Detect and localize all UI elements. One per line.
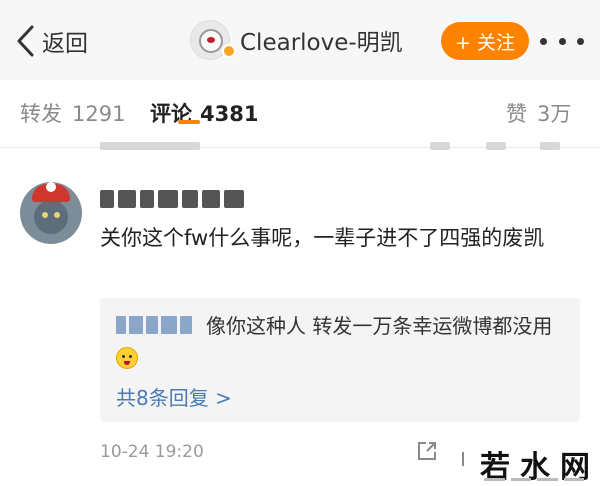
tab-likes[interactable]: 赞 3万 <box>506 98 571 128</box>
follow-button[interactable]: + 关注 <box>441 22 529 60</box>
commenter-avatar[interactable] <box>20 182 82 244</box>
laughing-emoji-icon <box>116 347 138 369</box>
reply-icon[interactable] <box>462 452 468 466</box>
tab-comments[interactable]: 评论 4381 <box>150 98 258 128</box>
comment-item: 关你这个fw什么事呢，一辈子进不了四强的废凯 像你这种人 转发一万条幸运微博都没… <box>0 160 600 486</box>
previous-comment-edge <box>0 142 600 158</box>
comment-timestamp: 10-24 19:20 <box>100 442 204 462</box>
reply-preview[interactable]: 像你这种人 转发一万条幸运微博都没用 共8条回复 > <box>100 298 580 422</box>
tab-reposts-count: 1291 <box>72 102 126 126</box>
tab-bar: 转发 1291 评论 4381 赞 3万 <box>0 80 600 148</box>
view-all-replies-link[interactable]: 共8条回复 > <box>116 382 232 411</box>
chevron-left-icon <box>17 25 34 57</box>
page-title: Clearlove-明凯 <box>240 30 403 56</box>
commenter-name-redacted[interactable] <box>100 190 244 212</box>
active-tab-indicator <box>178 120 200 124</box>
comment-text: 关你这个fw什么事呢，一辈子进不了四强的废凯 <box>100 226 545 250</box>
tab-reposts[interactable]: 转发 1291 <box>20 98 125 128</box>
tab-likes-label: 赞 <box>506 102 527 126</box>
site-watermark: 若水网 <box>470 440 600 486</box>
navbar: 返回 Clearlove-明凯 + 关注 <box>0 0 600 80</box>
tab-comments-count: 4381 <box>200 102 259 126</box>
tab-likes-count: 3万 <box>537 102 572 126</box>
share-icon[interactable] <box>416 440 438 462</box>
verified-badge-icon <box>222 44 236 58</box>
back-label: 返回 <box>42 31 88 57</box>
tab-reposts-label: 转发 <box>20 102 62 126</box>
more-dots-icon[interactable] <box>540 28 584 54</box>
reply-text: 像你这种人 转发一万条幸运微博都没用 <box>116 310 566 374</box>
back-button[interactable]: 返回 <box>14 22 88 60</box>
